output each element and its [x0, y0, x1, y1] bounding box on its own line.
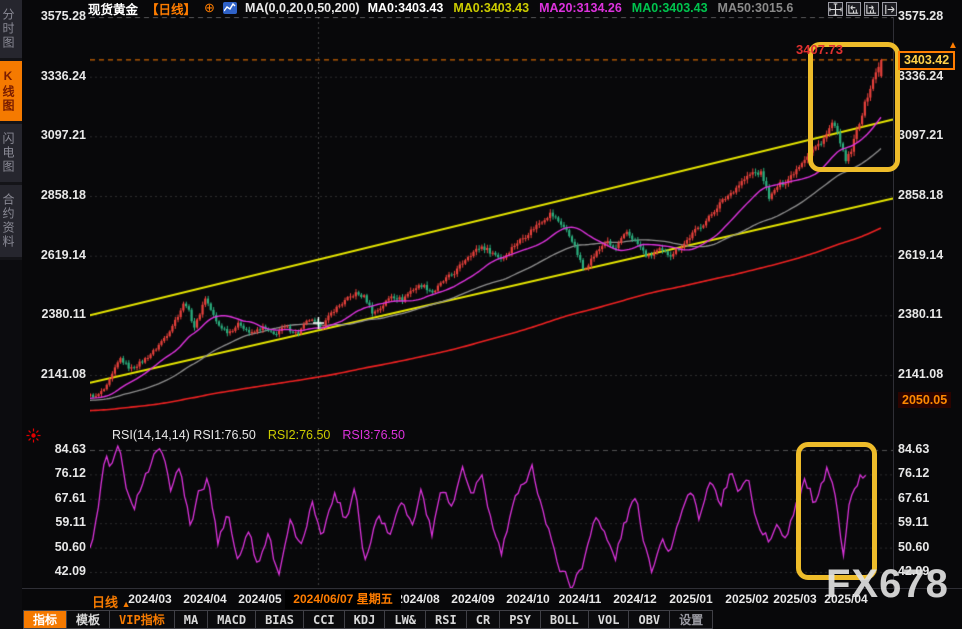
scale-left-icon[interactable]: [846, 2, 861, 16]
indicator-toolbar: 指标模板VIP指标MAMACDBIASCCIKDJLW&RSICRPSYBOLL…: [24, 610, 713, 629]
sidebar-tab-timeshare-chart[interactable]: 分时图: [0, 0, 22, 61]
rsi-axis-right-label: 59.11: [898, 515, 960, 529]
price-axis-right-label: 3336.24: [898, 69, 960, 83]
rsi-highlight-box: [796, 442, 877, 580]
x-axis-label: 2025/04: [811, 592, 881, 606]
rsi-axis-right-label: 67.61: [898, 491, 960, 505]
indicator-button-cr[interactable]: CR: [466, 610, 500, 629]
period-badge: 【日线】: [146, 0, 196, 18]
price-axis-right-label: 2619.14: [898, 248, 960, 262]
indicator-button-lw[interactable]: LW&: [384, 610, 426, 629]
price-axis-left-label: 3575.28: [24, 9, 86, 23]
indicator-button-bias[interactable]: BIAS: [255, 610, 304, 629]
indicator-button-settings[interactable]: 设置: [669, 610, 713, 629]
sidebar-tab-tick-chart[interactable]: 闪电图: [0, 124, 22, 185]
rsi-axis-left-label: 67.61: [24, 491, 86, 505]
price-axis-left-label: 2380.11: [24, 307, 86, 321]
period-low-tag: 2050.05: [898, 392, 951, 408]
indicator-button-ma[interactable]: MA: [174, 610, 208, 629]
rsi-axis-right-label: 84.63: [898, 442, 960, 456]
indicator-button-vol[interactable]: VOL: [588, 610, 630, 629]
expand-icon[interactable]: ⊕: [204, 0, 215, 16]
rsi-axis-left-label: 50.60: [24, 540, 86, 554]
rsi-chart-canvas[interactable]: [90, 428, 893, 588]
price-highlight-box: [808, 42, 900, 172]
crosshair-date-tooltip: 2024/06/07 星期五: [285, 590, 401, 609]
date-axis: 日线 ▲ 2024/06/07 星期五 2024/032024/042024/0…: [22, 590, 962, 610]
price-chart-canvas[interactable]: [90, 17, 893, 420]
price-axis-right-label: 3575.28: [898, 9, 960, 23]
sidebar-tab-contract-info[interactable]: 合约资料: [0, 185, 22, 260]
indicator-button-kdj[interactable]: KDJ: [344, 610, 386, 629]
rsi3-value: RSI3:76.50: [342, 428, 405, 442]
rsi2-value: RSI2:76.50: [268, 428, 331, 442]
indicator-button-vip-indicators[interactable]: VIP指标: [109, 610, 175, 629]
indicator-button-macd[interactable]: MACD: [207, 610, 256, 629]
indicator-button-templates[interactable]: 模板: [66, 610, 110, 629]
alert-starburst-icon: [26, 428, 41, 448]
pane-move-icon[interactable]: [828, 2, 843, 16]
price-axis-left-label: 2619.14: [24, 248, 86, 262]
chart-main-area: 现货黄金 【日线】 ⊕ MA(0,0,20,0,50,200) MA0:3403…: [22, 0, 962, 629]
rsi-axis-left-label: 59.11: [24, 515, 86, 529]
chart-legend: 现货黄金 【日线】 ⊕ MA(0,0,20,0,50,200) MA0:3403…: [88, 0, 793, 16]
indicator-button-boll[interactable]: BOLL: [540, 610, 589, 629]
ma-value-1: MA0:3403.43: [453, 1, 529, 15]
chart-type-sidebar: 分时图K线图闪电图合约资料: [0, 0, 22, 629]
rsi-axis-right-label: 50.60: [898, 540, 960, 554]
ma-settings: MA(0,0,20,0,50,200): [245, 1, 360, 15]
price-axis-right-label: 2141.08: [898, 367, 960, 381]
current-price-tag: 3403.42: [898, 51, 955, 70]
pane-toolbar: [828, 2, 897, 16]
ma-value-4: MA50:3015.6: [718, 1, 794, 15]
line-chart-icon: [223, 2, 237, 14]
ma-value-3: MA0:3403.43: [632, 1, 708, 15]
trading-app-window: 分时图K线图闪电图合约资料 现货黄金 【日线】 ⊕ MA(0,0,20,0,50…: [0, 0, 962, 629]
price-axis-left-label: 2858.18: [24, 188, 86, 202]
indicator-button-rsi[interactable]: RSI: [425, 610, 467, 629]
rsi-legend: RSI(14,14,14) RSI1:76.50 RSI2:76.50 RSI3…: [112, 428, 405, 442]
price-axis-left-label: 3336.24: [24, 69, 86, 83]
indicator-button-cci[interactable]: CCI: [303, 610, 345, 629]
symbol-name: 现货黄金: [88, 0, 138, 18]
indicator-button-obv[interactable]: OBV: [628, 610, 670, 629]
price-axis-right-label: 2380.11: [898, 307, 960, 321]
period-high-annotation: 3407.73: [796, 42, 843, 57]
panel-separator: [22, 588, 962, 589]
price-axis-right-label: 3097.21: [898, 128, 960, 142]
sidebar-tab-kline-chart[interactable]: K线图: [0, 61, 22, 124]
rsi-axis-right-label: 42.09: [898, 564, 960, 578]
ma-value-2: MA20:3134.26: [539, 1, 622, 15]
scale-right-icon[interactable]: [864, 2, 879, 16]
price-axis-left-label: 2141.08: [24, 367, 86, 381]
indicator-button-psy[interactable]: PSY: [499, 610, 541, 629]
rsi-axis-right-label: 76.12: [898, 466, 960, 480]
ma-values: MA0:3403.43 MA0:3403.43 MA20:3134.26 MA0:34…: [368, 1, 794, 15]
ma-value-0: MA0:3403.43: [368, 1, 444, 15]
price-up-arrow-icon: ▲: [948, 40, 958, 51]
price-axis-left-label: 3097.21: [24, 128, 86, 142]
pan-right-icon[interactable]: [882, 2, 897, 16]
rsi-axis-left-label: 42.09: [24, 564, 86, 578]
price-axis-right-label: 2858.18: [898, 188, 960, 202]
rsi-axis-left-label: 76.12: [24, 466, 86, 480]
rsi1-value: RSI(14,14,14) RSI1:76.50: [112, 428, 256, 442]
indicator-button-indicators[interactable]: 指标: [23, 610, 67, 629]
period-selector[interactable]: 日线 ▲: [92, 592, 131, 611]
